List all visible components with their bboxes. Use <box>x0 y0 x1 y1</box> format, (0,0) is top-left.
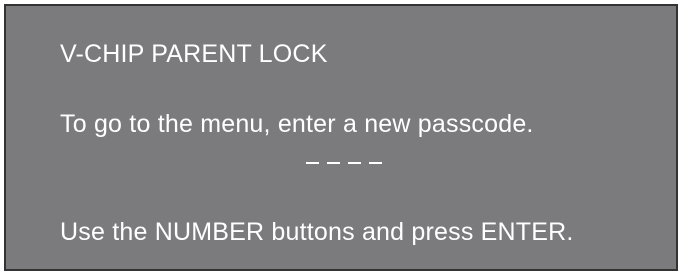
passcode-digit-2: – <box>327 146 340 172</box>
passcode-digit-3: – <box>348 146 361 172</box>
instruction-text: Use the NUMBER buttons and press ENTER. <box>60 218 574 246</box>
passcode-digit-4: – <box>369 146 382 172</box>
passcode-digit-1: – <box>306 146 319 172</box>
passcode-input[interactable]: – – – – <box>306 146 382 172</box>
v-chip-menu-screen: V-CHIP PARENT LOCK To go to the menu, en… <box>4 4 678 271</box>
menu-title: V-CHIP PARENT LOCK <box>60 40 328 68</box>
passcode-prompt: To go to the menu, enter a new passcode. <box>60 110 534 138</box>
